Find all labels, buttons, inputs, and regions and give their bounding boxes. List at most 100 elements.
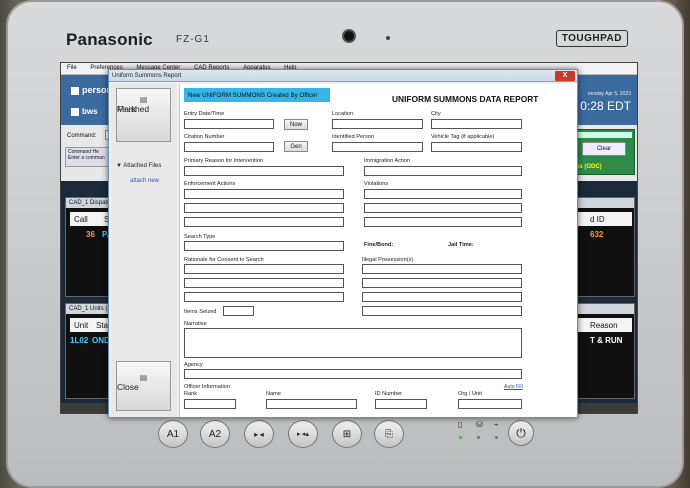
now-button[interactable]: Now (284, 119, 308, 130)
odc-label: ss (ODC) (576, 164, 602, 170)
attached-files-toggle[interactable]: ▼ Attached Files (116, 163, 161, 169)
sensor-led (386, 36, 390, 40)
city-label: City (431, 111, 441, 117)
caret-down-icon: ▼ (116, 163, 122, 169)
rationale-field-2[interactable] (184, 278, 344, 288)
brand-logo: Panasonic (66, 30, 153, 49)
uniform-summons-dialog: Uniform Summons Report X ▤ Mark Finished… (108, 69, 578, 418)
a1-button[interactable]: A1 (158, 420, 188, 448)
rationale-label: Rationale for Consent to Search (184, 257, 264, 263)
agency-field[interactable] (184, 369, 522, 379)
dialog-sidebar: ▤ Mark Finished ▼ Attached Files attach … (111, 84, 177, 417)
windows-button[interactable]: ⊞ (332, 420, 362, 448)
document-icon: ▤ (139, 373, 148, 382)
items-seized-field[interactable] (223, 306, 254, 316)
power-button[interactable]: ⏻ (508, 420, 534, 446)
storage-led (477, 436, 480, 439)
menu-file[interactable]: File (61, 63, 83, 73)
name-label: Name (266, 391, 281, 397)
agency-label: Agency (184, 362, 203, 368)
identified-person-field[interactable] (332, 142, 423, 152)
narrative-field[interactable] (184, 328, 522, 358)
gen-button[interactable]: Gen (284, 141, 308, 152)
org-unit-field[interactable] (458, 399, 522, 409)
enforcement-action-field-3[interactable] (184, 217, 344, 227)
violations-label: Violations (364, 181, 389, 187)
tablet-top-bezel: Panasonic FZ-G1 TOUGHPAD (38, 22, 658, 58)
col-call[interactable]: Call (74, 215, 88, 224)
city-field[interactable] (431, 119, 522, 129)
dialog-titlebar: Uniform Summons Report X (109, 70, 577, 82)
vehicle-tag-field[interactable] (431, 142, 522, 152)
report-title: UNIFORM SUMMONS DATA REPORT (392, 94, 539, 104)
primary-reason-field[interactable] (184, 166, 344, 176)
location-field[interactable] (332, 119, 423, 129)
illegal-possession-field-4[interactable] (362, 306, 522, 316)
col-id[interactable]: d ID (590, 215, 605, 224)
command-label: Command: (67, 133, 97, 139)
auto-fill-link[interactable]: Auto Fill (504, 384, 523, 390)
citation-number-field[interactable] (184, 142, 274, 152)
camera-icon (342, 29, 356, 43)
immigration-action-label: Immigration Action (364, 158, 411, 164)
violation-field-3[interactable] (364, 217, 522, 227)
narrative-label: Narrative (184, 321, 207, 327)
jail-time-label: Jail Time: (448, 242, 474, 248)
enforcement-actions-label: Enforcement Actions (184, 181, 236, 187)
clear-button[interactable]: Clear (582, 142, 626, 156)
toughpad-badge: TOUGHPAD (555, 30, 628, 47)
model-label: FZ-G1 (176, 34, 210, 45)
battery-led (459, 436, 462, 439)
volume-up-button[interactable]: ▸ ◂▴ (288, 420, 318, 448)
wireless-icon: ⌁ (494, 420, 499, 429)
violation-field-1[interactable] (364, 189, 522, 199)
mark-finished-button[interactable]: ▤ Mark Finished (116, 88, 171, 142)
a2-button[interactable]: A2 (200, 420, 230, 448)
rank-field[interactable] (184, 399, 236, 409)
immigration-action-field[interactable] (364, 166, 522, 176)
id-number-label: ID Number (375, 391, 403, 397)
dialog-close-button[interactable]: X (555, 71, 575, 81)
close-button[interactable]: ▤ Close (116, 361, 171, 411)
org-unit-label: Org / Unit (458, 391, 482, 397)
odc-panel: Clear ss (ODC) (571, 129, 635, 175)
rationale-field-1[interactable] (184, 264, 344, 274)
storage-icon: ⛁ (476, 420, 483, 429)
summons-form: New UNIFORM SUMMONS Created By Officer U… (179, 84, 577, 417)
toolbar-bws[interactable]: bws (71, 107, 98, 116)
rank-label: Rank (184, 391, 198, 397)
search-type-field[interactable] (184, 241, 344, 251)
battery-icon: ▯ (458, 420, 463, 429)
status-banner: New UNIFORM SUMMONS Created By Officer (184, 88, 330, 102)
illegal-possession-field-1[interactable] (362, 264, 522, 274)
col-reason[interactable]: Reason (590, 321, 618, 330)
id-number-field[interactable] (375, 399, 427, 409)
vehicle-tag-label: Vehicle Tag (if applicable) (431, 134, 495, 140)
document-icon: ▤ (139, 95, 148, 104)
search-type-label: Search Type (184, 234, 216, 240)
citation-number-label: Citation Number (184, 134, 225, 140)
identified-person-label: Identified Person (332, 134, 374, 140)
illegal-possession-field-2[interactable] (362, 278, 522, 288)
entry-datetime-label: Entry Date/Time (184, 111, 225, 117)
enforcement-action-field-1[interactable] (184, 189, 344, 199)
enforcement-action-field-2[interactable] (184, 203, 344, 213)
officer-name-field[interactable] (266, 399, 357, 409)
attach-new-link[interactable]: attach new (130, 178, 159, 184)
entry-datetime-field[interactable] (184, 119, 274, 129)
time-display: 0:28 EDT (580, 99, 631, 113)
location-label: Location (332, 111, 354, 117)
rationale-field-3[interactable] (184, 292, 344, 302)
col-unit[interactable]: Unit (74, 321, 88, 330)
violation-field-2[interactable] (364, 203, 522, 213)
dialog-title: Uniform Summons Report (112, 73, 182, 79)
wireless-led (495, 436, 498, 439)
date-display: nesday Apr 5, 2023 (587, 91, 631, 97)
odc-panel-titlebar (574, 132, 632, 138)
rotation-lock-button[interactable]: ⎘ (374, 420, 404, 448)
illegal-possession-label: Illegal Possession(s) (362, 257, 414, 263)
illegal-possession-field-3[interactable] (362, 292, 522, 302)
persons-icon (71, 86, 79, 95)
items-seized-label: Items Seized (184, 309, 217, 315)
volume-down-button[interactable]: ▸ ◂ (244, 420, 274, 448)
